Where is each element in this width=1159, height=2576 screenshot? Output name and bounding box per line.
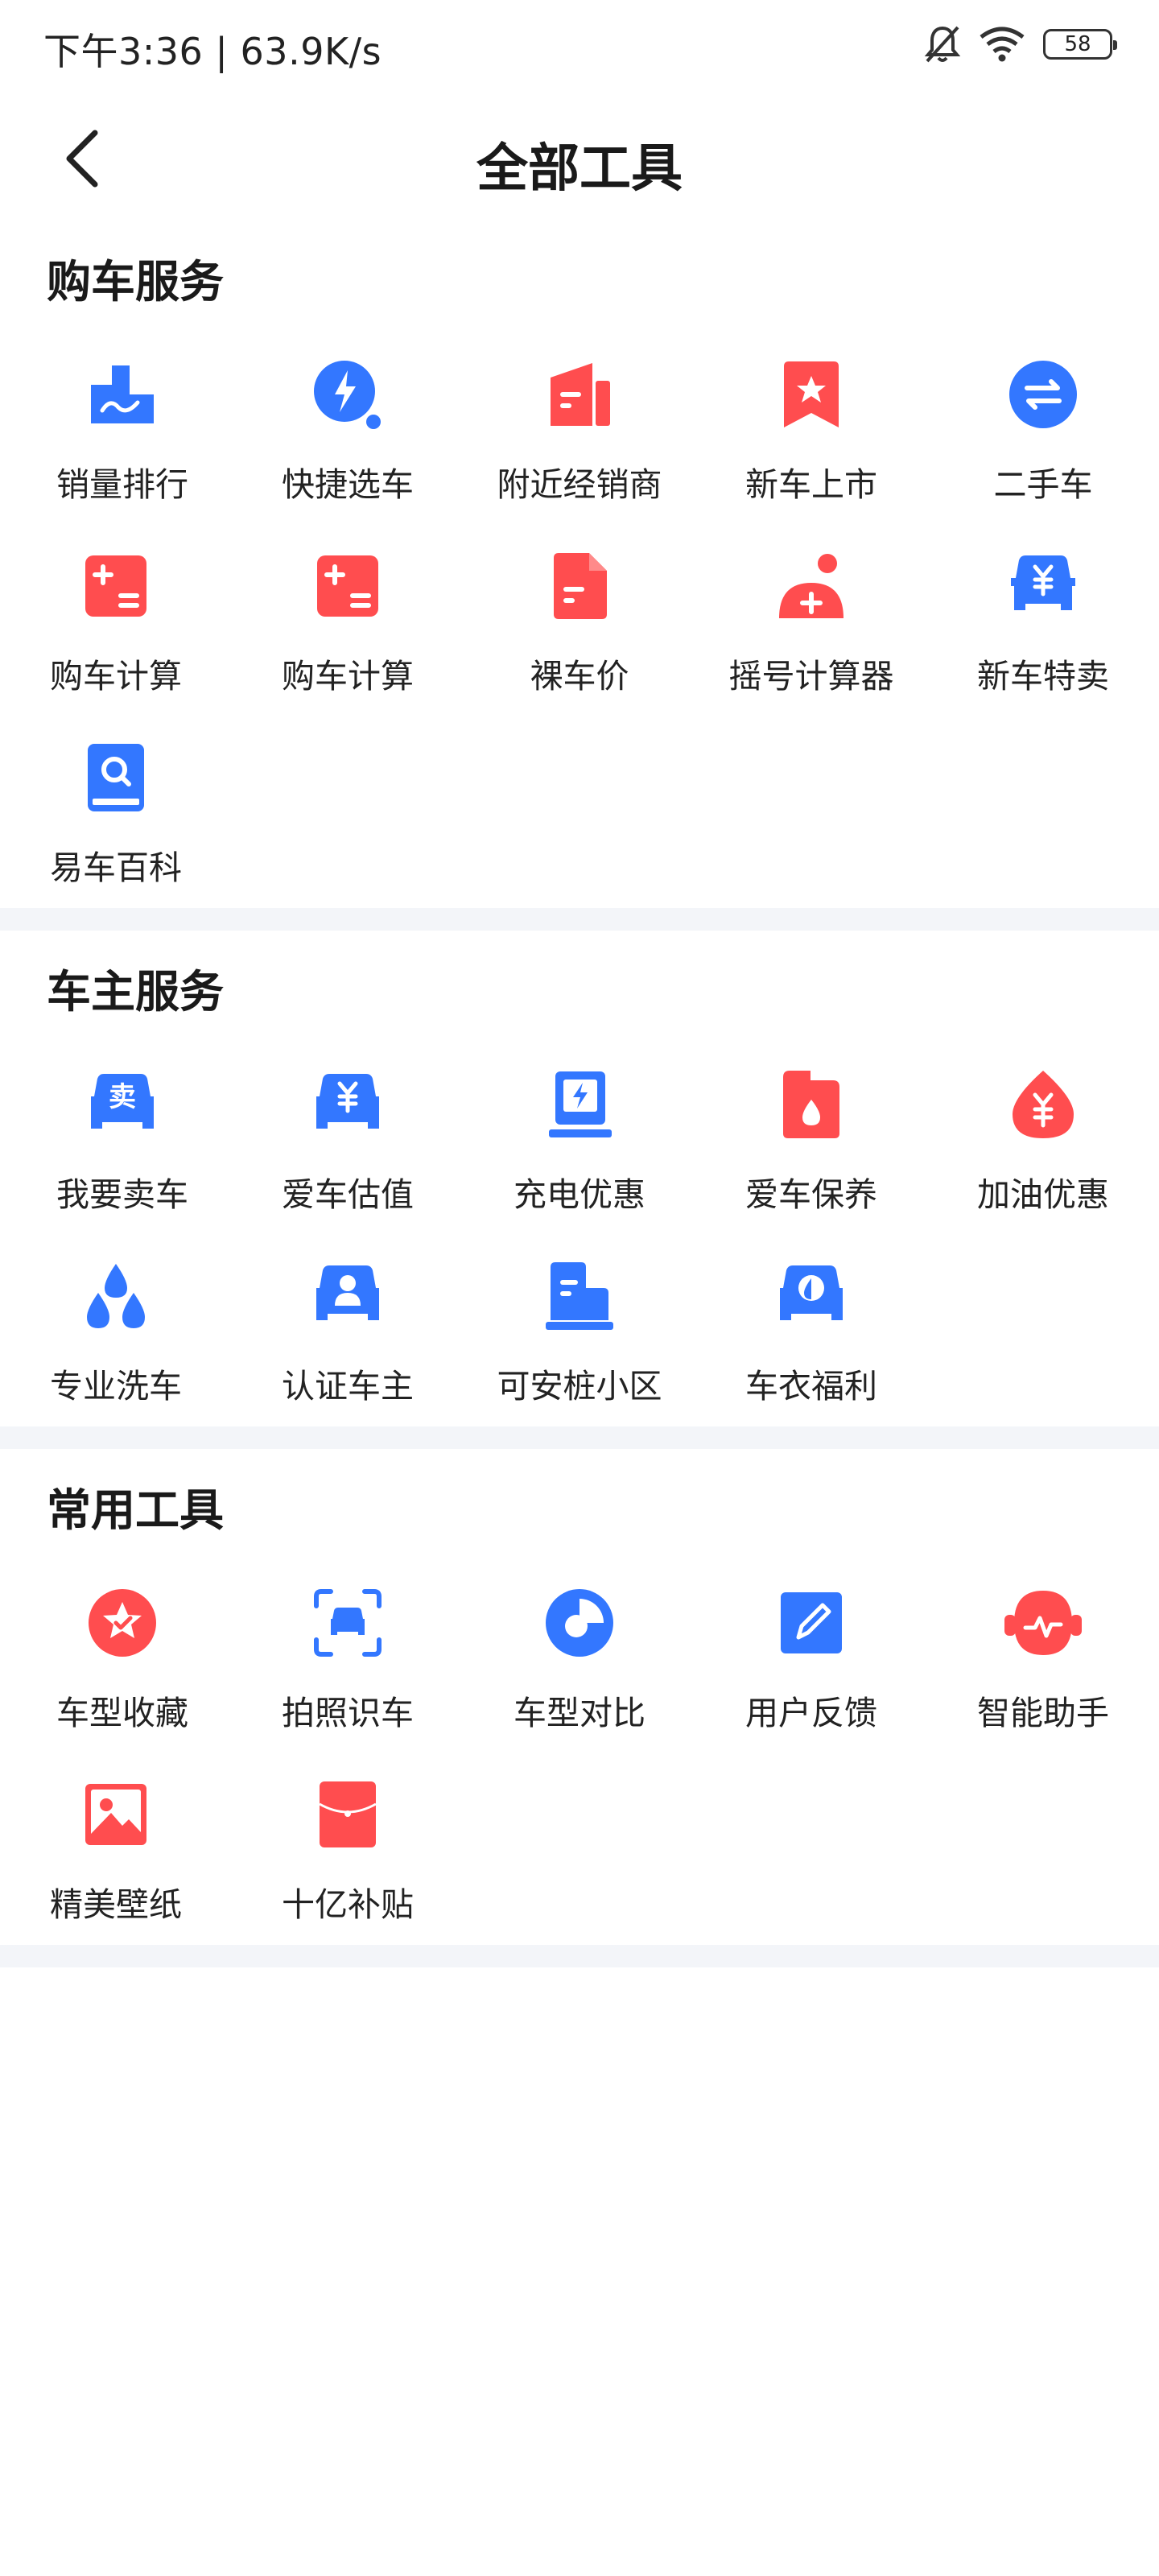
new-car-icon xyxy=(771,354,852,435)
valuation-icon xyxy=(307,1064,388,1145)
tool-scan-car[interactable]: 拍照识车 xyxy=(232,1578,464,1755)
tool-certified-owner[interactable]: 认证车主 xyxy=(232,1251,464,1428)
assistant-icon xyxy=(1003,1583,1083,1663)
tool-label: 附近经销商 xyxy=(497,465,662,504)
page-title: 全部工具 xyxy=(476,139,683,199)
sales-rank-icon xyxy=(82,354,163,435)
quick-select-icon xyxy=(307,354,388,435)
tool-subsidy[interactable]: 十亿补贴 xyxy=(232,1769,464,1946)
tool-label: 爱车保养 xyxy=(745,1175,877,1214)
section-title-common: 常用工具 xyxy=(47,1484,225,1536)
tool-feedback[interactable]: 用户反馈 xyxy=(695,1578,927,1755)
tool-assistant[interactable]: 智能助手 xyxy=(927,1578,1159,1755)
tool-label: 可安桩小区 xyxy=(497,1367,662,1406)
section-divider xyxy=(0,908,1159,931)
tool-charger-community[interactable]: 可安桩小区 xyxy=(464,1251,695,1428)
tool-calculator-2[interactable]: 购车计算 xyxy=(232,541,464,718)
feedback-icon xyxy=(771,1583,852,1663)
tool-maintenance[interactable]: 爱车保养 xyxy=(695,1059,927,1236)
battery-indicator: 58 xyxy=(1043,29,1117,60)
tool-encyclopedia[interactable]: 易车百科 xyxy=(0,733,232,910)
fuel-icon xyxy=(1003,1064,1083,1145)
tool-lottery[interactable]: 摇号计算器 xyxy=(695,541,927,718)
used-car-icon xyxy=(1003,354,1083,435)
tool-label: 精美壁纸 xyxy=(50,1885,182,1924)
tool-label: 爱车估值 xyxy=(282,1175,414,1214)
tool-label: 拍照识车 xyxy=(282,1694,414,1732)
wallpaper-icon xyxy=(76,1774,156,1855)
car-cover-icon xyxy=(771,1256,852,1336)
sale-car-icon xyxy=(1003,546,1083,626)
tool-label: 车型对比 xyxy=(514,1694,645,1732)
tool-label: 我要卖车 xyxy=(56,1175,188,1214)
price-doc-icon xyxy=(539,546,620,626)
tool-label: 车型收藏 xyxy=(56,1694,188,1732)
tool-label: 购车计算 xyxy=(50,657,182,696)
tool-car-wash[interactable]: 专业洗车 xyxy=(0,1251,232,1428)
encyclopedia-icon xyxy=(76,737,156,818)
tool-label: 新车上市 xyxy=(745,465,877,504)
section-divider xyxy=(0,1945,1159,1967)
tool-label: 十亿补贴 xyxy=(282,1885,414,1924)
calculator-icon xyxy=(76,546,156,626)
tool-label: 智能助手 xyxy=(977,1694,1109,1732)
status-time-speed: 下午3:36 | 63.9K/s xyxy=(43,30,382,73)
tool-calculator-1[interactable]: 购车计算 xyxy=(0,541,232,718)
lottery-icon xyxy=(771,546,852,626)
tool-label: 摇号计算器 xyxy=(728,657,894,696)
battery-level: 58 xyxy=(1064,32,1091,56)
wifi-icon xyxy=(979,26,1025,63)
calculator-icon xyxy=(307,546,388,626)
tool-label: 专业洗车 xyxy=(50,1367,182,1406)
charging-icon xyxy=(539,1064,620,1145)
svg-text:卖: 卖 xyxy=(109,1081,136,1113)
tool-label: 认证车主 xyxy=(282,1367,414,1406)
section-title-purchase: 购车服务 xyxy=(47,256,225,308)
tool-label: 新车特卖 xyxy=(977,657,1109,696)
tool-used-car[interactable]: 二手车 xyxy=(927,349,1159,526)
status-bar: 下午3:36 | 63.9K/s 58 xyxy=(0,0,1159,97)
tool-sell-car[interactable]: 卖 我要卖车 xyxy=(6,1059,238,1236)
tool-label: 二手车 xyxy=(993,465,1093,504)
status-icons: 58 xyxy=(924,24,1117,64)
maintenance-icon xyxy=(771,1064,852,1145)
tool-compare[interactable]: 车型对比 xyxy=(464,1578,695,1755)
tool-label: 加油优惠 xyxy=(977,1175,1109,1214)
favorite-icon xyxy=(82,1583,163,1663)
tool-charging[interactable]: 充电优惠 xyxy=(464,1059,695,1236)
tool-favorite[interactable]: 车型收藏 xyxy=(6,1578,238,1755)
tool-sale-car[interactable]: 新车特卖 xyxy=(927,541,1159,718)
section-divider xyxy=(0,1426,1159,1449)
sell-car-icon: 卖 xyxy=(82,1064,163,1145)
tool-label: 销量排行 xyxy=(56,465,188,504)
scan-car-icon xyxy=(307,1583,388,1663)
tool-label: 车衣福利 xyxy=(745,1367,877,1406)
tool-car-cover[interactable]: 车衣福利 xyxy=(695,1251,927,1428)
dealer-icon xyxy=(539,354,620,435)
subsidy-icon xyxy=(307,1774,388,1855)
mute-bell-icon xyxy=(924,24,961,64)
tool-label: 用户反馈 xyxy=(745,1694,877,1732)
tool-new-car[interactable]: 新车上市 xyxy=(695,349,927,526)
tool-label: 购车计算 xyxy=(282,657,414,696)
section-title-owner: 车主服务 xyxy=(47,966,225,1018)
charger-community-icon xyxy=(539,1256,620,1336)
certified-owner-icon xyxy=(307,1256,388,1336)
tool-sales-rank[interactable]: 销量排行 xyxy=(6,349,238,526)
nav-bar: 全部工具 xyxy=(0,105,1159,209)
tool-dealer[interactable]: 附近经销商 xyxy=(464,349,695,526)
tool-valuation[interactable]: 爱车估值 xyxy=(232,1059,464,1236)
tool-label: 易车百科 xyxy=(50,848,182,887)
tool-label: 快捷选车 xyxy=(282,465,414,504)
tool-wallpaper[interactable]: 精美壁纸 xyxy=(0,1769,232,1946)
compare-icon xyxy=(539,1583,620,1663)
tool-quick-select[interactable]: 快捷选车 xyxy=(232,349,464,526)
tool-fuel[interactable]: 加油优惠 xyxy=(927,1059,1159,1236)
tool-label: 充电优惠 xyxy=(514,1175,645,1214)
tool-label: 裸车价 xyxy=(530,657,629,696)
car-wash-icon xyxy=(76,1256,156,1336)
tool-price-doc[interactable]: 裸车价 xyxy=(464,541,695,718)
